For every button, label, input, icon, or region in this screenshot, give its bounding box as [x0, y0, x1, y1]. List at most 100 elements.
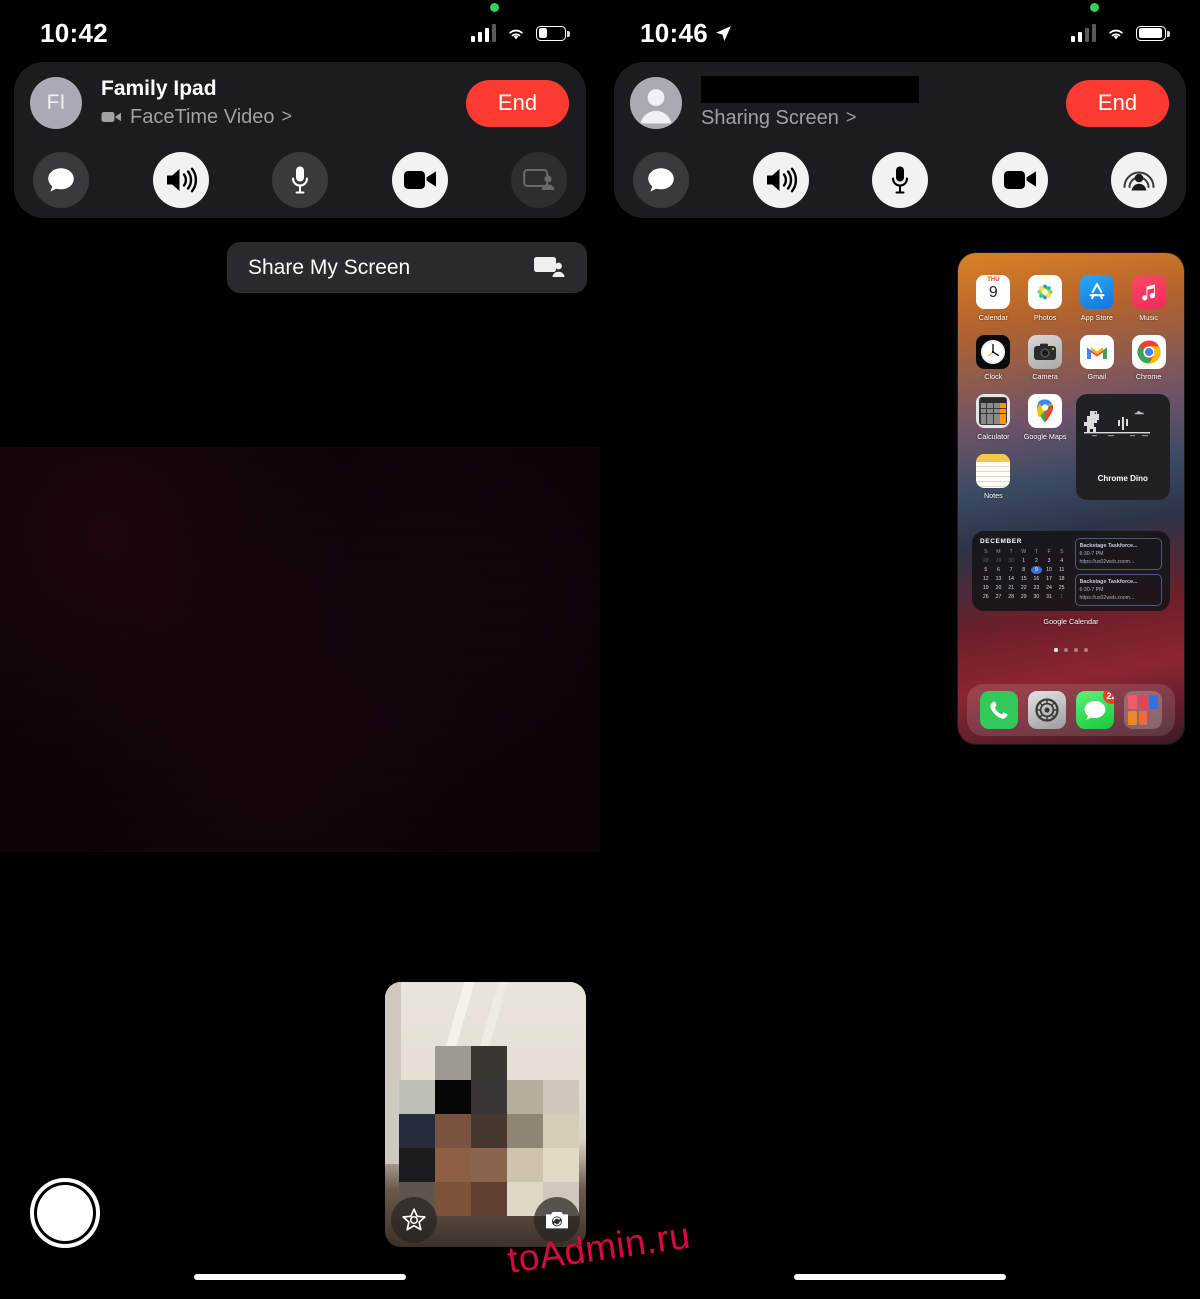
home-screen-icon-grid: THU 9 Calendar Photos App Store Music Cl…	[972, 275, 1170, 500]
call-type-row[interactable]: Sharing Screen >	[701, 105, 1066, 131]
cellular-signal-icon	[470, 24, 496, 42]
end-call-button[interactable]: End	[1066, 79, 1169, 127]
contact-name-redacted	[701, 75, 919, 103]
avatar	[630, 77, 682, 129]
app-label: Photos	[1033, 312, 1057, 322]
home-screen-dock: 22	[967, 684, 1175, 736]
event-title: Backstage Taskforce...	[1079, 579, 1138, 585]
microphone-icon	[291, 166, 309, 194]
left-status-time-group: 10:42	[40, 18, 108, 49]
photos-app-icon	[1037, 284, 1053, 300]
shareplay-button[interactable]	[511, 152, 567, 208]
camera-button[interactable]	[991, 152, 1048, 208]
camera-flip-icon	[546, 1212, 568, 1229]
event-time: 6:30-7 PM	[1079, 587, 1104, 593]
home-indicator	[794, 1274, 1006, 1280]
app-icon-calendar[interactable]: THU 9 Calendar	[972, 275, 1015, 322]
right-call-info[interactable]: Sharing Screen >	[682, 75, 1066, 131]
app-icon-messages[interactable]: 22	[1076, 691, 1114, 729]
mute-button[interactable]	[272, 152, 328, 208]
wifi-icon	[509, 29, 523, 39]
speaker-button[interactable]	[752, 152, 809, 208]
calendar-weekday: THU	[987, 277, 1000, 283]
widget-title: Chrome Dino	[1097, 474, 1148, 483]
app-label: Google Maps	[1023, 431, 1067, 441]
app-icon-calculator[interactable]: Calculator	[972, 394, 1015, 441]
messages-button[interactable]	[33, 152, 89, 208]
app-icon-phone[interactable]	[980, 691, 1018, 729]
video-effects-button[interactable]	[391, 1197, 437, 1243]
call-type-row[interactable]: FaceTime Video >	[101, 104, 466, 130]
home-screen-page-dots[interactable]	[958, 648, 1184, 652]
chrome-dino-widget	[1083, 411, 1150, 437]
left-call-info[interactable]: Family Ipad FaceTime Video >	[82, 76, 466, 130]
app-icon-clock[interactable]: Clock	[972, 334, 1015, 381]
share-my-screen-label: Share My Screen	[248, 255, 411, 279]
remote-video-feed[interactable]	[0, 447, 600, 852]
gmail-app-icon	[1086, 346, 1107, 359]
phone-app-icon	[990, 701, 1008, 719]
screen-share-icon	[523, 169, 555, 190]
event-time: 6:30-7 PM	[1079, 551, 1104, 557]
speaker-waves-icon	[766, 167, 797, 193]
location-arrow-icon	[716, 25, 731, 41]
chrome-app-icon	[1137, 340, 1161, 363]
app-icon-google-maps[interactable]: Google Maps	[1024, 394, 1067, 441]
app-icon-notes[interactable]: Notes	[972, 453, 1015, 500]
left-phone-screen: 10:42 FI Family Ipad FaceTime Video > En…	[0, 0, 600, 1299]
avatar: FI	[30, 77, 82, 129]
app-icon-settings[interactable]	[1028, 691, 1066, 729]
calendar-event[interactable]: Backstage Taskforce... 6:30-7 PM https:/…	[1074, 538, 1162, 570]
microphone-icon	[891, 166, 909, 194]
chevron-right-icon: >	[845, 106, 857, 127]
app-icon-photos[interactable]: Photos	[1024, 275, 1067, 322]
widget-chrome-dino[interactable]: Chrome Dino Chrome	[1075, 394, 1170, 500]
shared-screen-preview[interactable]: THU 9 Calendar Photos App Store Music Cl…	[958, 253, 1184, 744]
status-time: 10:46	[640, 17, 708, 48]
app-icon-chrome[interactable]: Chrome	[1127, 334, 1170, 381]
app-folder-icon[interactable]	[1124, 691, 1162, 729]
messages-button[interactable]	[633, 152, 689, 208]
camera-button[interactable]	[391, 152, 448, 208]
home-indicator	[194, 1274, 406, 1280]
settings-app-icon	[1035, 698, 1059, 722]
app-icon-app-store[interactable]: App Store	[1076, 275, 1119, 322]
right-call-controls	[614, 144, 1186, 216]
green-recording-dot	[489, 3, 499, 12]
wifi-icon	[1109, 29, 1123, 39]
calendar-event[interactable]: Backstage Taskforce... 6:30-7 PM https:/…	[1074, 574, 1162, 606]
cellular-signal-icon	[1070, 24, 1096, 42]
speaker-waves-icon	[166, 167, 197, 193]
battery-icon	[1136, 25, 1170, 41]
right-status-time-group: 10:46	[640, 18, 732, 49]
messages-app-icon	[1084, 700, 1106, 720]
video-camera-icon	[1003, 171, 1036, 189]
app-icon-gmail[interactable]: Gmail	[1076, 334, 1119, 381]
home-screen-content: THU 9 Calendar Photos App Store Music Cl…	[958, 253, 1184, 744]
widget-google-calendar[interactable]: DECEMBER SMTWTFS 28 29 30 1 2 3 4 5 6 7 8 9 10 11 12…	[972, 531, 1170, 611]
right-call-control-card: Sharing Screen > End	[614, 62, 1186, 218]
shutter-button[interactable]	[30, 1178, 100, 1248]
end-call-button[interactable]: End	[466, 79, 569, 127]
share-my-screen-button[interactable]: Share My Screen	[227, 242, 587, 293]
shareplay-button[interactable]	[1111, 152, 1167, 208]
event-link: https://us02web.zoom...	[1079, 595, 1135, 601]
left-call-controls	[14, 144, 586, 216]
app-label: Camera	[1032, 372, 1058, 381]
app-icon-camera[interactable]: Camera	[1024, 334, 1067, 381]
shareplay-broadcast-icon	[1123, 171, 1155, 191]
call-type-label: Sharing Screen	[701, 106, 839, 129]
speaker-button[interactable]	[152, 152, 209, 208]
status-time: 10:42	[40, 17, 108, 48]
app-icon-music[interactable]: Music	[1127, 275, 1170, 322]
screen-share-icon	[534, 257, 565, 277]
mute-button[interactable]	[872, 152, 928, 208]
google-maps-app-icon	[1037, 399, 1054, 423]
self-view-pip[interactable]	[385, 982, 586, 1247]
video-camera-icon	[403, 171, 436, 189]
person-placeholder-icon	[630, 77, 682, 129]
widget-label-google-calendar: Google Calendar	[1043, 617, 1099, 626]
contact-name: Family Ipad	[101, 77, 217, 101]
calendar-month-view: DECEMBER SMTWTFS 28 29 30 1 2 3 4 5 6 7 8 9 10 11 12…	[980, 538, 1068, 604]
app-store-icon	[1089, 283, 1105, 300]
